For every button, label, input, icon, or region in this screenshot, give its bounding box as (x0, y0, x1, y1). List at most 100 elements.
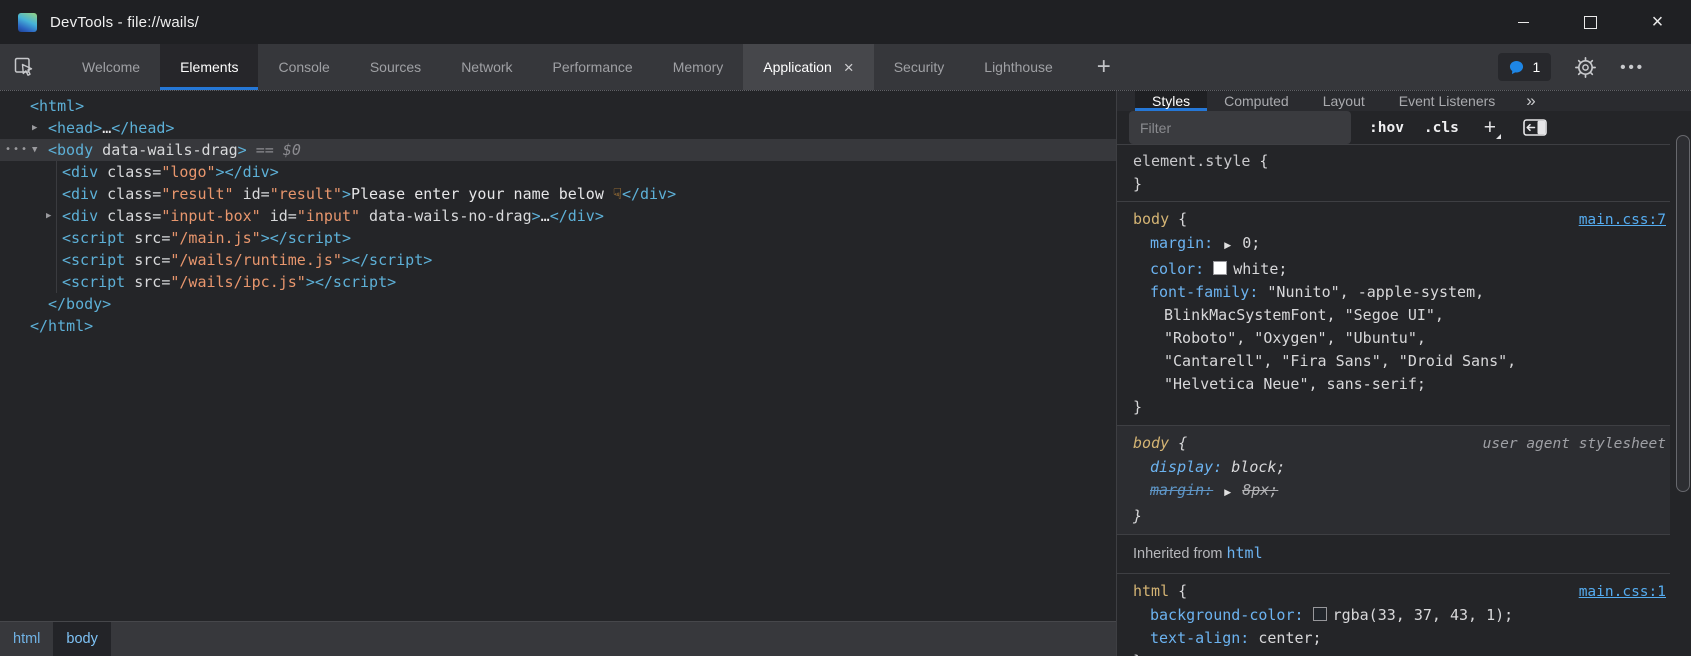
tab-sources[interactable]: Sources (350, 44, 441, 90)
code-token: > (342, 249, 351, 271)
dom-node-row[interactable]: <html> (0, 95, 1116, 117)
breadcrumb-bar: htmlbody (0, 621, 1116, 656)
code-token: </html> (30, 315, 93, 337)
property-value: "Nunito", -apple-system, (1267, 283, 1484, 301)
property-value: center; (1258, 629, 1321, 647)
css-property[interactable]: background-color: rgba(33, 37, 43, 1); (1133, 604, 1666, 627)
styles-toolbar: :hov .cls + (1117, 111, 1691, 144)
more-options-button[interactable]: ••• (1620, 59, 1645, 76)
color-swatch[interactable] (1213, 261, 1227, 275)
issues-bubble-icon (1509, 60, 1524, 75)
tab-network[interactable]: Network (441, 44, 532, 90)
styles-scrollbar[interactable] (1676, 135, 1690, 656)
code-token: "/main.js" (170, 227, 260, 249)
maximize-icon (1584, 16, 1597, 29)
sidebar-tab-computed[interactable]: Computed (1207, 91, 1306, 111)
inherited-node-link[interactable]: html (1227, 544, 1263, 562)
css-property[interactable]: display: block; (1133, 456, 1666, 479)
expand-value-icon[interactable]: ▶ (1224, 488, 1231, 498)
css-property[interactable]: text-align: center; (1133, 627, 1666, 650)
dom-node-row[interactable]: ▶<head>…</head> (0, 117, 1116, 139)
sidebar-tab-layout[interactable]: Layout (1306, 91, 1382, 111)
close-tab-icon[interactable]: × (844, 59, 854, 76)
dom-node-row[interactable]: <div class="result" id="result">Please e… (0, 183, 1116, 205)
tab-lighthouse[interactable]: Lighthouse (964, 44, 1073, 90)
stylesheet-link[interactable]: main.css:7 (1579, 209, 1666, 232)
style-rule-section: element.style {} (1117, 144, 1670, 201)
tab-performance[interactable]: Performance (533, 44, 653, 90)
dom-node-row[interactable]: </body> (0, 293, 1116, 315)
dom-node-row[interactable]: ▶<div class="input-box" id="input" data-… (0, 205, 1116, 227)
property-name: font-family: (1150, 283, 1258, 301)
tab-label: Elements (180, 59, 238, 75)
sidebar-tab-event-listeners[interactable]: Event Listeners (1382, 91, 1513, 111)
devtools-app-icon (18, 13, 37, 32)
close-button[interactable]: × (1624, 0, 1691, 44)
breadcrumb-item-html[interactable]: html (0, 622, 53, 656)
code-token: </div> (225, 161, 279, 183)
css-property[interactable]: color: white; (1133, 258, 1666, 281)
style-rule-section: body { main.css:7margin: ▶ 0;color: white… (1117, 201, 1670, 425)
expand-value-icon[interactable]: ▶ (1224, 241, 1231, 251)
code-token: </script> (270, 227, 351, 249)
node-options-dots-icon[interactable]: ••• (5, 139, 29, 161)
css-property[interactable]: margin: ▶ 8px; (1133, 479, 1666, 505)
code-token: Please enter your name below (351, 183, 613, 205)
rule-selector[interactable]: body (1133, 208, 1169, 231)
code-token: <div (62, 183, 98, 205)
css-property[interactable]: font-family: "Nunito", -apple-system, (1133, 281, 1666, 304)
add-tab-button[interactable]: + (1081, 44, 1127, 90)
tab-elements[interactable]: Elements (160, 44, 258, 90)
class-toggle-button[interactable]: .cls (1424, 120, 1459, 136)
tab-memory[interactable]: Memory (653, 44, 744, 90)
tab-security[interactable]: Security (874, 44, 965, 90)
dom-node-row[interactable]: <script src="/wails/ipc.js"></script> (0, 271, 1116, 293)
styles-filter-input[interactable] (1129, 111, 1351, 144)
sidebar-tab-styles[interactable]: Styles (1135, 91, 1207, 111)
rule-selector[interactable]: element.style (1133, 150, 1250, 173)
stylesheet-link[interactable]: main.css:1 (1579, 581, 1666, 604)
tab-application[interactable]: Application× (743, 44, 873, 90)
code-token: … (541, 205, 550, 227)
new-style-rule-button[interactable]: + (1477, 116, 1503, 140)
code-token: > (261, 227, 270, 249)
minimize-button[interactable] (1490, 0, 1557, 44)
code-token: </script> (315, 271, 396, 293)
open-brace: { (1250, 150, 1268, 173)
issues-badge[interactable]: 1 (1498, 53, 1551, 81)
property-value: 8px; (1242, 481, 1278, 499)
rule-selector[interactable]: body (1133, 432, 1169, 455)
dom-node-row[interactable]: </html> (0, 315, 1116, 337)
pseudo-state-button[interactable]: :hov (1369, 120, 1404, 136)
dom-node-row[interactable]: <script src="/wails/runtime.js"></script… (0, 249, 1116, 271)
code-token: src= (125, 249, 170, 271)
rule-header: html {main.css:1 (1133, 580, 1666, 604)
code-token: "input-box" (161, 205, 260, 227)
color-swatch[interactable] (1313, 607, 1327, 621)
dom-node-row[interactable]: <script src="/main.js"></script> (0, 227, 1116, 249)
dom-node-row[interactable]: •••▼<body data-wails-drag> == $0 (0, 139, 1116, 161)
rule-selector[interactable]: html (1133, 580, 1169, 603)
code-token: <head> (48, 117, 102, 139)
breadcrumb-item-body[interactable]: body (53, 622, 110, 656)
minimize-icon (1518, 22, 1529, 23)
sidebar-toggle-icon (1523, 119, 1547, 136)
tab-label: Performance (553, 59, 633, 75)
more-sidebar-tabs-icon[interactable]: » (1512, 91, 1549, 111)
inspect-element-button[interactable] (0, 44, 48, 90)
maximize-button[interactable] (1557, 0, 1624, 44)
tab-console[interactable]: Console (258, 44, 349, 90)
dom-node-row[interactable]: <div class="logo"></div> (0, 161, 1116, 183)
tab-label: Lighthouse (984, 59, 1053, 75)
open-brace: { (1169, 208, 1187, 231)
tab-welcome[interactable]: Welcome (62, 44, 160, 90)
css-property[interactable]: margin: ▶ 0; (1133, 232, 1666, 258)
settings-button[interactable] (1575, 57, 1596, 78)
scrollbar-thumb[interactable] (1676, 135, 1690, 492)
property-value-wrap: "Helvetica Neue", sans-serif; (1133, 373, 1666, 396)
code-token: src= (125, 227, 170, 249)
expander-collapsed-icon[interactable]: ▶ (46, 205, 51, 227)
expander-expanded-icon[interactable]: ▼ (32, 139, 37, 161)
expander-collapsed-icon[interactable]: ▶ (32, 117, 37, 139)
toggle-computed-sidebar-button[interactable] (1523, 119, 1547, 136)
